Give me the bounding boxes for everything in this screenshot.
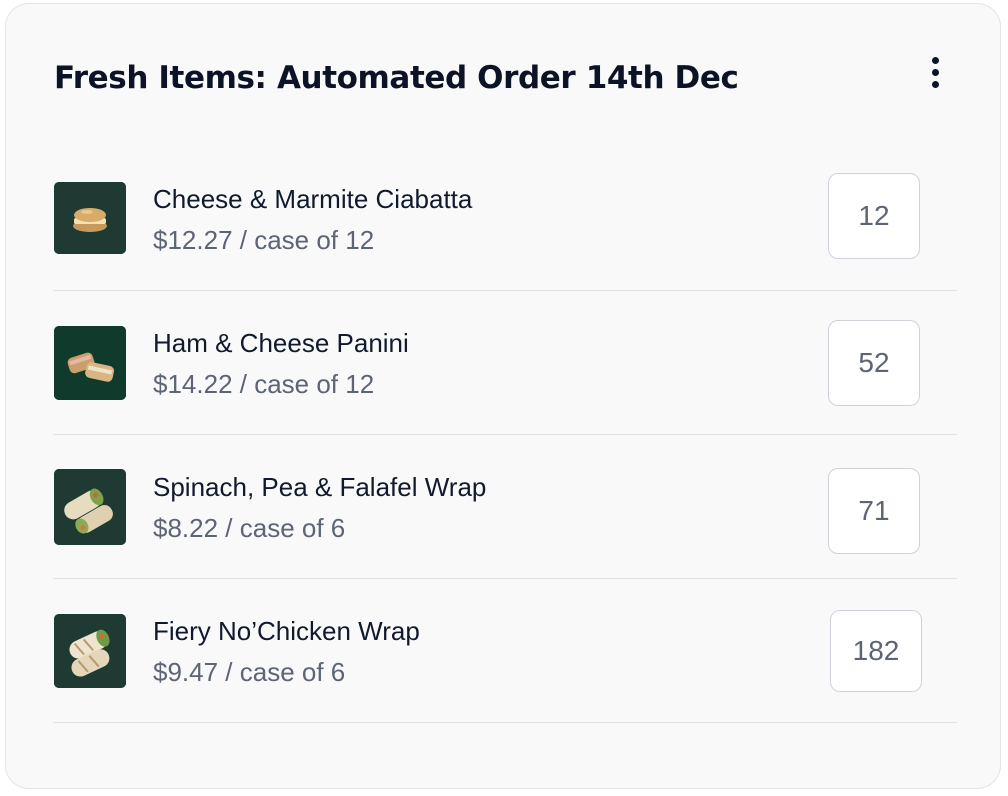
falafel-wrap-thumbnail-icon (54, 469, 126, 545)
list-item: Cheese & Marmite Ciabatta $12.27 / case … (53, 147, 957, 291)
quantity-input[interactable]: 52 (828, 320, 920, 406)
panini-thumbnail-icon (54, 326, 126, 400)
list-item: Ham & Cheese Panini $14.22 / case of 12 … (53, 291, 957, 435)
item-price: $8.22 / case of 6 (153, 513, 346, 543)
chicken-wrap-thumbnail-icon (54, 614, 126, 688)
list-item: Spinach, Pea & Falafel Wrap $8.22 / case… (53, 435, 957, 579)
item-price: $14.22 / case of 12 (153, 369, 375, 399)
item-name: Spinach, Pea & Falafel Wrap (153, 472, 487, 502)
item-name: Cheese & Marmite Ciabatta (153, 184, 473, 214)
menu-dot (931, 56, 939, 64)
card-title: Fresh Items: Automated Order 14th Dec (54, 60, 739, 96)
menu-dot (931, 68, 939, 76)
quantity-input[interactable]: 71 (828, 468, 920, 554)
order-card: Fresh Items: Automated Order 14th Dec Ch… (5, 3, 1001, 789)
more-options-icon[interactable] (920, 52, 950, 92)
quantity-input[interactable]: 12 (828, 173, 920, 259)
quantity-input[interactable]: 182 (830, 610, 922, 692)
item-price: $9.47 / case of 6 (153, 657, 346, 687)
item-name: Ham & Cheese Panini (153, 328, 409, 358)
item-price: $12.27 / case of 12 (153, 225, 375, 255)
list-item: Fiery No’Chicken Wrap $9.47 / case of 6 … (53, 579, 957, 723)
item-name: Fiery No’Chicken Wrap (153, 616, 420, 646)
menu-dot (931, 80, 939, 88)
ciabatta-thumbnail-icon (54, 182, 126, 254)
